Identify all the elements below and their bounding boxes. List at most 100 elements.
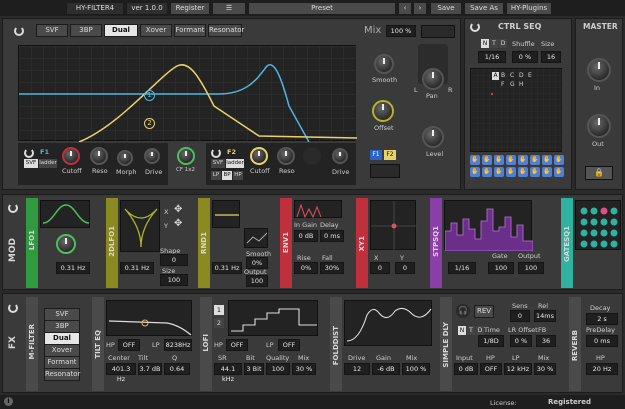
f1-drive-knob[interactable]	[144, 148, 160, 164]
reverb-hp-value[interactable]: 20 Hz	[586, 363, 618, 375]
hand-icon[interactable]: ✋	[494, 155, 504, 165]
xy1-y-value[interactable]: 0	[395, 262, 415, 274]
letter-h[interactable]: H	[519, 81, 524, 88]
reverb-predelay-value[interactable]: 0 ms	[586, 335, 618, 347]
lofi-tab-1[interactable]: 1	[214, 305, 224, 315]
hand-icon[interactable]: ✋	[506, 167, 516, 177]
ctrl-seq-power-button[interactable]	[470, 22, 480, 32]
lofi-graph[interactable]	[228, 300, 318, 336]
f1-power-button[interactable]	[24, 148, 34, 158]
hand-icon[interactable]: ✋	[554, 167, 564, 177]
env1-rise-value[interactable]: 0%	[294, 262, 318, 274]
f2-hp-button[interactable]: HP	[233, 171, 243, 180]
lfo1-rate-value[interactable]: 0.31 Hz	[56, 262, 90, 274]
simpledly-rev-button[interactable]: REV	[474, 305, 494, 318]
ctrl-seq-t-button[interactable]: T	[490, 39, 498, 48]
hand-icon[interactable]: ✋	[518, 155, 528, 165]
save-as-button[interactable]: Save As	[464, 2, 504, 15]
gatesq1-grid[interactable]	[575, 200, 621, 250]
f2-ladder-button[interactable]: ladder	[226, 159, 244, 168]
routing-f1-button[interactable]: F1	[370, 150, 382, 160]
tilteq-hp-value[interactable]: OFF	[118, 339, 140, 351]
f2-morph-knob[interactable]	[303, 147, 321, 165]
simpledly-hp-value[interactable]: OFF	[480, 363, 502, 375]
prev-preset-button[interactable]: ‹	[398, 2, 412, 15]
f1-reso-knob[interactable]	[90, 147, 108, 165]
menu-button[interactable]: ☰	[212, 2, 246, 15]
routing-display[interactable]	[370, 164, 400, 178]
env1-display[interactable]	[294, 200, 342, 219]
simpledly-d-button[interactable]: D	[476, 326, 484, 335]
2dlfo1-size-value[interactable]: 100	[160, 274, 188, 286]
lofi-quality-value[interactable]: 100	[266, 363, 290, 375]
lfo1-rate-knob[interactable]	[56, 234, 76, 254]
hand-icon[interactable]: ✋	[482, 155, 492, 165]
hand-icon[interactable]: ✋	[506, 155, 516, 165]
stpsq1-display[interactable]	[444, 200, 534, 252]
next-preset-button[interactable]: ›	[413, 2, 427, 15]
register-button[interactable]: Register	[170, 2, 210, 15]
simpledly-lp-value[interactable]: 12 kHz	[504, 363, 532, 375]
letter-e[interactable]: E	[528, 72, 532, 79]
hand-icon[interactable]: ✋	[530, 155, 540, 165]
lock-button[interactable]: 🔒	[585, 166, 613, 180]
2dlfo1-y-move-icon[interactable]: ✥	[174, 218, 182, 229]
tilteq-graph[interactable]	[106, 300, 192, 336]
mode-xover-tab[interactable]: Xover	[140, 24, 172, 37]
2dlfo1-rate-value[interactable]: 0.31 Hz	[120, 262, 154, 274]
hand-icon[interactable]: ✋	[494, 167, 504, 177]
lfo1-display[interactable]	[40, 200, 90, 228]
ctrl-seq-n-button[interactable]: N	[481, 39, 489, 48]
ctrl-seq-rate-value[interactable]: 1/16	[478, 51, 506, 63]
lofi-sr-value[interactable]: 44.1 kHz	[214, 363, 242, 383]
letter-c[interactable]: C	[510, 72, 514, 79]
f1-svf-button[interactable]: SVF	[24, 159, 38, 168]
f2-cutoff-knob[interactable]	[250, 147, 268, 165]
rnd1-shape-display[interactable]	[244, 228, 268, 248]
hand-icon[interactable]: ✋	[542, 167, 552, 177]
simpledly-lr-offset-value[interactable]: 0 %	[510, 335, 532, 347]
shuffle-value[interactable]: 0 %	[512, 51, 538, 63]
hand-icon[interactable]: ✋	[554, 155, 564, 165]
f2-svf-button[interactable]: SVF	[211, 159, 225, 168]
f2-lp-button[interactable]: LP	[211, 171, 221, 180]
hand-icon[interactable]: ✋	[470, 167, 480, 177]
foldist-mix-value[interactable]: 100 %	[402, 363, 430, 375]
f2-drive-knob[interactable]	[332, 148, 348, 164]
mode-resonator-tab[interactable]: Resonator	[208, 24, 244, 37]
rnd1-rate-value[interactable]: 0.31 Hz	[212, 262, 242, 274]
hand-icon[interactable]: ✋	[482, 167, 492, 177]
simpledly-t-button[interactable]: T	[467, 326, 475, 335]
stpsq1-rate-value[interactable]: 1/16	[448, 262, 476, 274]
master-in-knob[interactable]	[587, 58, 611, 82]
letter-f[interactable]: F	[501, 81, 504, 88]
filter-power-button[interactable]	[14, 26, 24, 36]
hand-icon[interactable]: ✋	[530, 167, 540, 177]
f2-power-button[interactable]	[211, 148, 221, 158]
rnd1-output-value[interactable]: 100	[246, 275, 268, 287]
f1-morph-knob[interactable]	[117, 150, 133, 166]
2dlfo1-shape-value[interactable]: 0	[160, 254, 188, 266]
master-out-knob[interactable]	[587, 114, 611, 138]
2dlfo1-x-move-icon[interactable]: ✥	[174, 204, 182, 215]
tilteq-lp-value[interactable]: 8238Hz	[164, 339, 192, 351]
hand-icon[interactable]: ✋	[542, 155, 552, 165]
lofi-bit-value[interactable]: 3 Bit	[244, 363, 264, 375]
info-icon[interactable]: i	[4, 397, 13, 406]
f1-ladder-button[interactable]: ladder	[39, 159, 57, 168]
hand-icon[interactable]: ✋	[470, 155, 480, 165]
lofi-hp-value[interactable]: OFF	[226, 339, 248, 351]
tilteq-q-value[interactable]: 0.64	[164, 363, 190, 375]
letter-g[interactable]: G	[510, 81, 515, 88]
save-button[interactable]: Save	[430, 2, 462, 15]
stpsq1-output-value[interactable]: 100	[518, 262, 544, 274]
stpsq1-gate-value[interactable]: 100	[488, 262, 514, 274]
mode-3bp-tab[interactable]: 3BP	[70, 24, 102, 37]
simpledly-time-value[interactable]: 1/8D	[478, 335, 504, 347]
simpledly-fb-value[interactable]: 36	[536, 335, 556, 347]
2dlfo1-display[interactable]	[120, 200, 160, 252]
rnd1-display[interactable]	[212, 200, 240, 228]
simpledly-n-button[interactable]: N	[458, 326, 466, 335]
env1-fall-value[interactable]: 30%	[320, 262, 344, 274]
tilteq-tilt-value[interactable]: 3.7 dB	[138, 363, 162, 375]
